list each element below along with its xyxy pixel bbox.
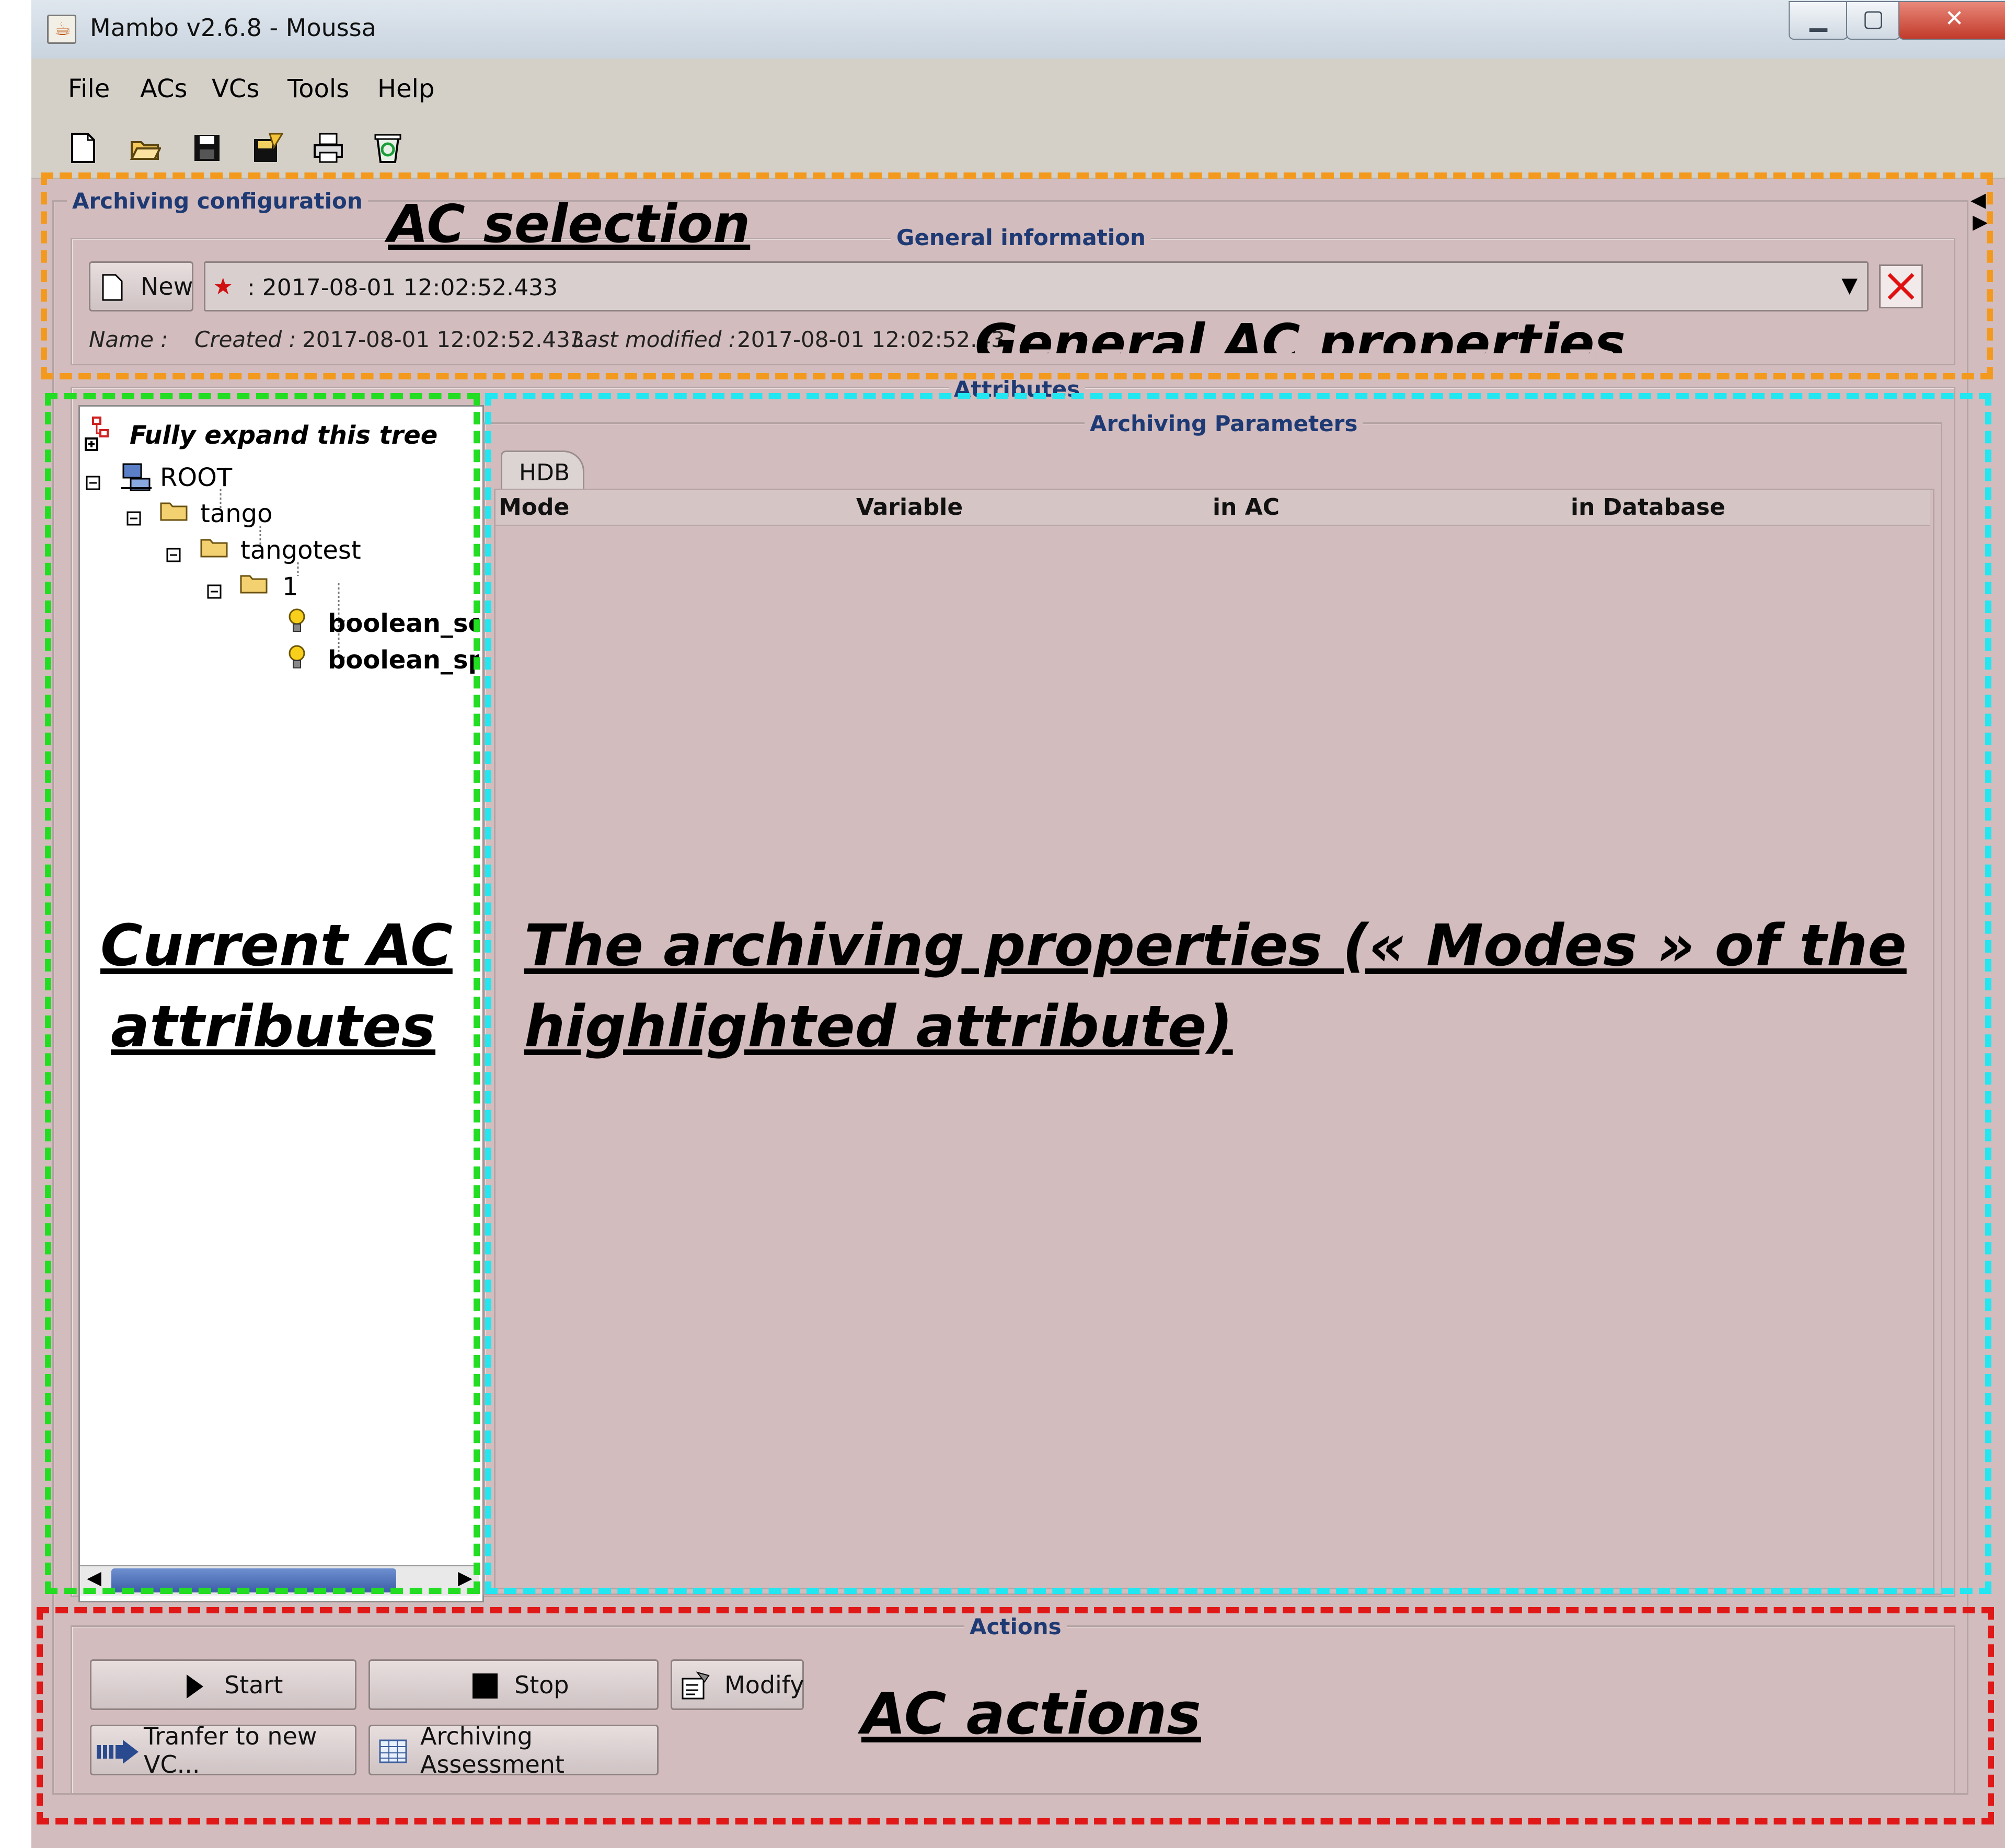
menu-help[interactable]: Help <box>377 74 434 103</box>
annotation-current-attributes-line2: attributes <box>111 993 436 1060</box>
recycle-bin-icon[interactable] <box>372 132 404 164</box>
annotation-general-properties: General AC properties <box>975 313 1626 353</box>
annotation-ac-selection: AC selection <box>388 193 751 255</box>
menu-tools[interactable]: Tools <box>287 74 349 103</box>
open-folder-icon[interactable] <box>130 132 161 164</box>
menu-vcs[interactable]: VCs <box>212 74 259 103</box>
menu-file[interactable]: File <box>68 74 110 103</box>
title-bar: ☕ Mambo v2.6.8 - Moussa ▁ ▢ ✕ <box>31 0 2005 60</box>
menu-acs[interactable]: ACs <box>140 74 188 103</box>
new-file-icon[interactable] <box>67 132 98 164</box>
window-title: Mambo v2.6.8 - Moussa <box>90 14 376 42</box>
annotation-archiving-properties-line1: The archiving properties (« Modes » of t… <box>524 912 1907 979</box>
save-icon[interactable] <box>191 132 223 164</box>
maximize-button[interactable]: ▢ <box>1846 1 1900 40</box>
print-icon[interactable] <box>313 132 344 164</box>
annotation-ac-actions: AC actions <box>861 1680 1201 1747</box>
minimize-button[interactable]: ▁ <box>1789 1 1848 40</box>
save-as-icon[interactable] <box>252 132 283 164</box>
java-app-icon: ☕ <box>47 15 76 44</box>
annotation-current-attributes-line1: Current AC <box>100 912 453 979</box>
annotation-archiving-properties-line2: highlighted attribute) <box>524 993 1233 1060</box>
close-window-button[interactable]: ✕ <box>1898 1 2005 40</box>
